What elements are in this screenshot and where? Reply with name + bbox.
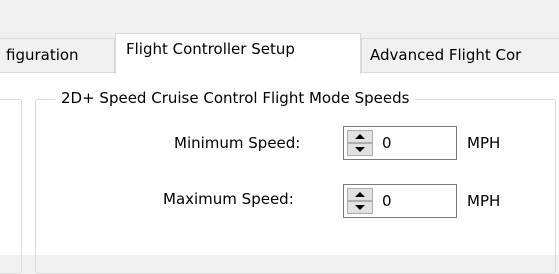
maximum-speed-label: Maximum Speed: xyxy=(163,190,294,208)
spin-buttons xyxy=(347,130,373,156)
minimum-speed-spinbox[interactable]: 0 xyxy=(343,126,457,160)
left-groupbox-edge xyxy=(0,99,22,274)
triangle-down-icon xyxy=(355,205,365,210)
maximum-speed-value[interactable]: 0 xyxy=(382,189,392,213)
tab-strip: figuration Flight Controller Setup Advan… xyxy=(0,0,559,74)
tab-flight-controller-setup[interactable]: Flight Controller Setup xyxy=(115,33,361,74)
minimum-speed-decrement-button[interactable] xyxy=(347,143,373,156)
maximum-speed-decrement-button[interactable] xyxy=(347,201,373,214)
tab-advanced-flight-controller[interactable]: Advanced Flight Cor xyxy=(361,38,559,72)
tab-panel: 2D+ Speed Cruise Control Flight Mode Spe… xyxy=(0,72,559,274)
tab-label: Flight Controller Setup xyxy=(126,40,295,58)
speed-cruise-groupbox xyxy=(35,99,556,274)
tab-label: Advanced Flight Cor xyxy=(370,46,522,64)
triangle-up-icon xyxy=(355,192,365,197)
minimum-speed-increment-button[interactable] xyxy=(347,130,373,143)
minimum-speed-unit: MPH xyxy=(467,134,501,152)
minimum-speed-value[interactable]: 0 xyxy=(382,131,392,155)
triangle-down-icon xyxy=(355,147,365,152)
tab-label: figuration xyxy=(6,46,79,64)
minimum-speed-label: Minimum Speed: xyxy=(174,134,301,152)
maximum-speed-unit: MPH xyxy=(467,192,501,210)
maximum-speed-increment-button[interactable] xyxy=(347,188,373,201)
groupbox-title: 2D+ Speed Cruise Control Flight Mode Spe… xyxy=(55,87,416,109)
tab-configuration[interactable]: figuration xyxy=(0,38,115,72)
maximum-speed-spinbox[interactable]: 0 xyxy=(343,184,457,218)
triangle-up-icon xyxy=(355,134,365,139)
spin-buttons xyxy=(347,188,373,214)
